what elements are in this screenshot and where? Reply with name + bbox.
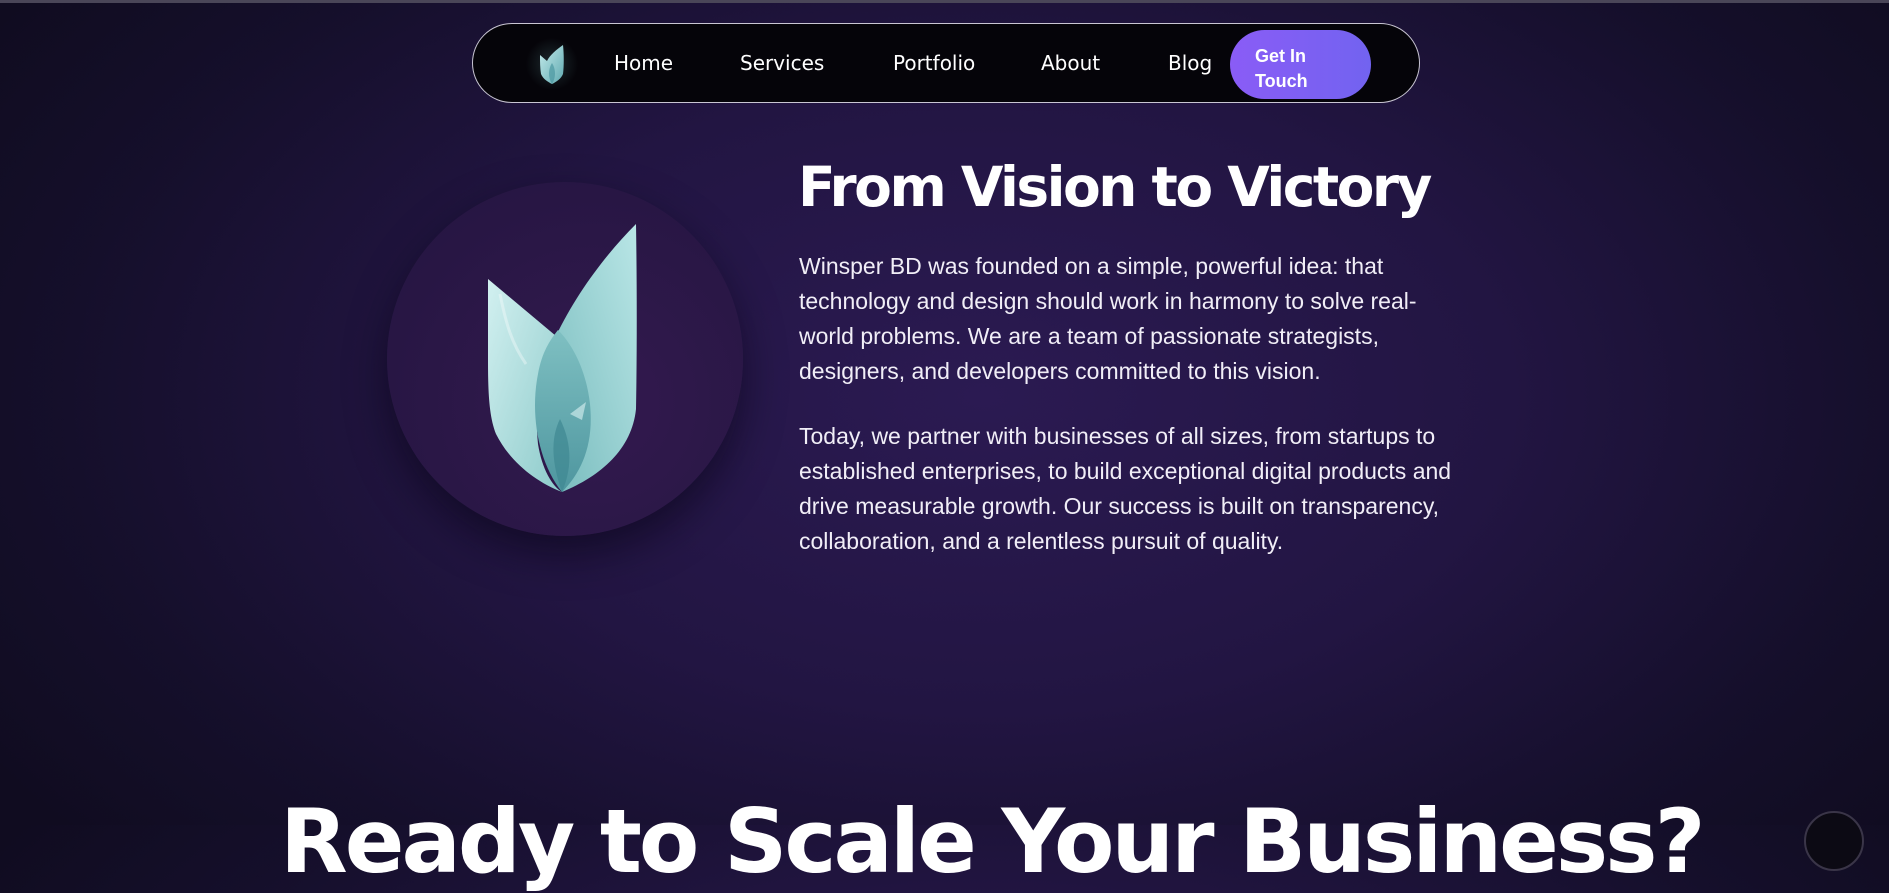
get-in-touch-label-line-2: Touch <box>1255 71 1308 91</box>
paragraph-line: Today, we partner with businesses of all… <box>799 423 1436 449</box>
paragraph-line: designers, and developers committed to t… <box>799 358 1321 384</box>
paragraph-line: Winsper BD was founded on a simple, powe… <box>799 253 1384 279</box>
hero-paragraph-1: Winsper BD was founded on a simple, powe… <box>799 249 1499 389</box>
hero-title: From Vision to Victory <box>798 155 1432 219</box>
nav-link-blog[interactable]: Blog <box>1168 50 1212 76</box>
paragraph-line: collaboration, and a relentless pursuit … <box>799 528 1284 554</box>
nav-link-portfolio[interactable]: Portfolio <box>893 50 975 76</box>
scroll-to-top-button[interactable] <box>1804 811 1864 871</box>
browser-top-edge <box>0 0 1889 3</box>
get-in-touch-label-line-1: Get In <box>1255 46 1307 66</box>
get-in-touch-button[interactable]: Get In Touch <box>1230 30 1371 99</box>
nav-link-about[interactable]: About <box>1041 50 1100 76</box>
paragraph-line: drive measurable growth. Our success is … <box>799 493 1440 519</box>
nav-link-services[interactable]: Services <box>740 50 824 76</box>
nav-link-home[interactable]: Home <box>614 50 673 76</box>
paragraph-line: established enterprises, to build except… <box>799 458 1452 484</box>
paragraph-line: technology and design should work in har… <box>799 288 1417 314</box>
next-section-heading: Ready to Scale Your Business? <box>280 790 1706 893</box>
main-navbar: Home Services Portfolio About Blog Get I… <box>472 23 1420 103</box>
paragraph-line: world problems. We are a team of passion… <box>799 323 1379 349</box>
winsper-leaf-logo-icon <box>486 224 638 494</box>
hero-paragraph-2: Today, we partner with businesses of all… <box>799 419 1499 559</box>
winsper-leaf-logo-icon[interactable] <box>525 38 579 90</box>
